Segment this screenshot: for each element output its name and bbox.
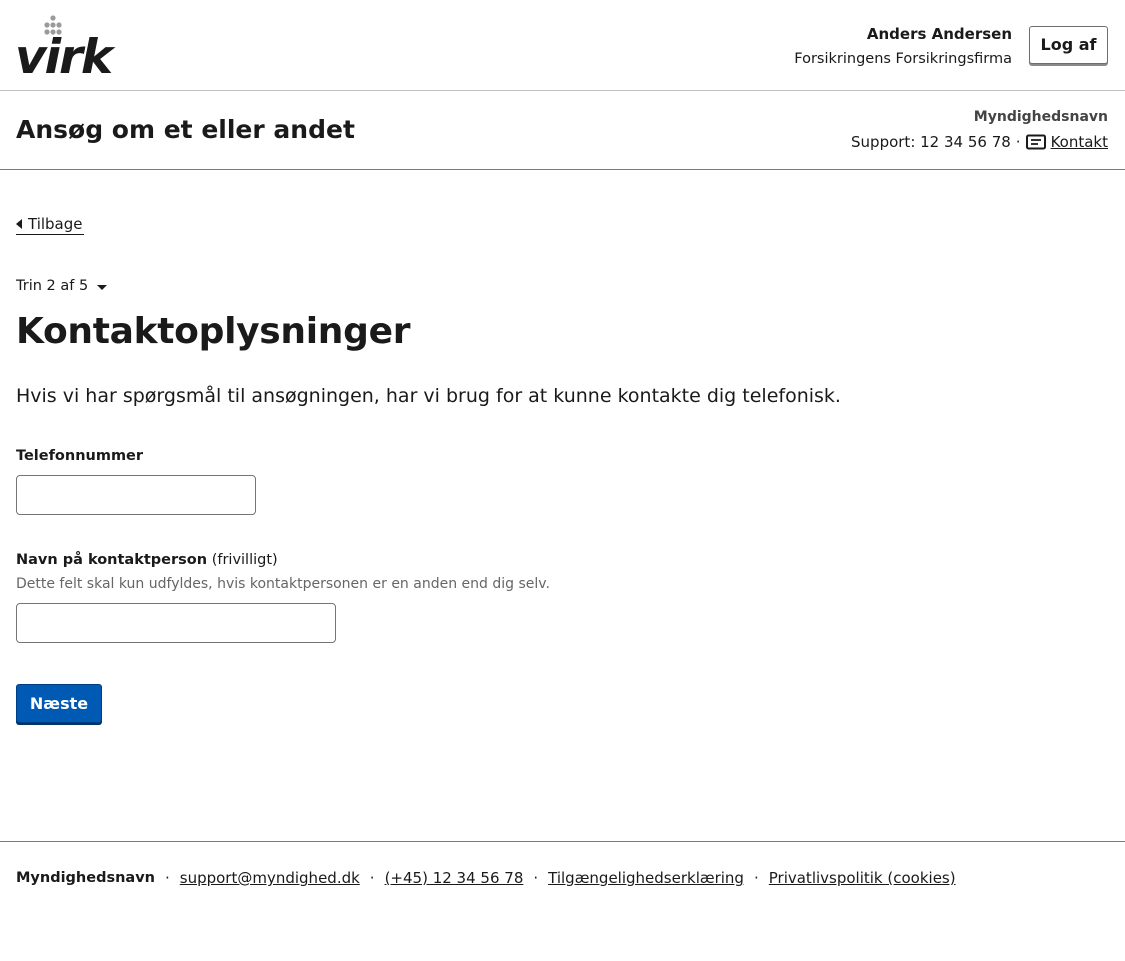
footer-privacy-link[interactable]: Privatlivspolitik (cookies): [769, 868, 956, 888]
support-phone: Support: 12 34 56 78: [851, 133, 1011, 151]
user-name: Anders Andersen: [866, 25, 1012, 43]
phone-input[interactable]: [16, 475, 256, 515]
step-indicator[interactable]: Trin 2 af 5: [16, 277, 108, 295]
message-icon: [1025, 134, 1046, 150]
phone-label: Telefonnummer: [16, 448, 144, 464]
triangle-left-icon: [16, 218, 22, 229]
footer-accessibility-link[interactable]: Tilgængelighedserklæring: [548, 868, 744, 888]
support-line: Support: 12 34 56 78 · Kontakt: [851, 132, 1108, 152]
authority-info: Myndighedsnavn Support: 12 34 56 78 · Ko…: [851, 107, 1108, 152]
site-footer: Myndighedsnavn · support@myndighed.dk · …: [0, 841, 1125, 887]
back-link[interactable]: Tilbage: [16, 213, 84, 235]
footer-authority-name: Myndighedsnavn: [16, 870, 155, 886]
separator: ·: [369, 869, 375, 887]
contact-person-input[interactable]: [16, 603, 336, 643]
portal-header: Ansøg om et eller andet Myndighedsnavn S…: [0, 91, 1125, 170]
page-title: Kontaktoplysninger: [16, 311, 411, 352]
caret-down-icon: [97, 285, 108, 290]
logo-wordmark: virk: [16, 30, 116, 76]
contact-link[interactable]: Kontakt: [1051, 132, 1108, 152]
contact-person-help: Dette felt skal kun udfyldes, hvis konta…: [16, 576, 550, 592]
app-title: Ansøg om et eller andet: [16, 115, 355, 144]
site-header: virk Anders Andersen Forsikringens Forsi…: [0, 0, 1125, 91]
user-info: Anders Andersen Forsikringens Forsikring…: [794, 24, 1012, 69]
step-label: Trin 2 af 5: [16, 278, 89, 294]
company-name: Forsikringens Forsikringsfirma: [794, 51, 1012, 67]
footer-row: Myndighedsnavn · support@myndighed.dk · …: [16, 868, 956, 888]
separator: ·: [164, 869, 170, 887]
intro-text: Hvis vi har spørgsmål til ansøgningen, h…: [16, 385, 841, 407]
contact-person-label-text: Navn på kontaktperson: [16, 552, 208, 568]
logout-button[interactable]: Log af: [1029, 26, 1108, 64]
footer-phone-link[interactable]: (+45) 12 34 56 78: [385, 868, 524, 888]
separator: ·: [1015, 133, 1021, 151]
footer-email-link[interactable]: support@myndighed.dk: [180, 868, 360, 888]
authority-name: Myndighedsnavn: [973, 109, 1108, 125]
contact-person-label: Navn på kontaktperson (frivilligt): [16, 550, 278, 570]
virk-logo[interactable]: virk: [16, 14, 116, 76]
next-button[interactable]: Næste: [16, 684, 102, 723]
back-label: Tilbage: [28, 214, 83, 233]
optional-suffix: (frivilligt): [211, 552, 278, 568]
separator: ·: [533, 869, 539, 887]
separator: ·: [753, 869, 759, 887]
